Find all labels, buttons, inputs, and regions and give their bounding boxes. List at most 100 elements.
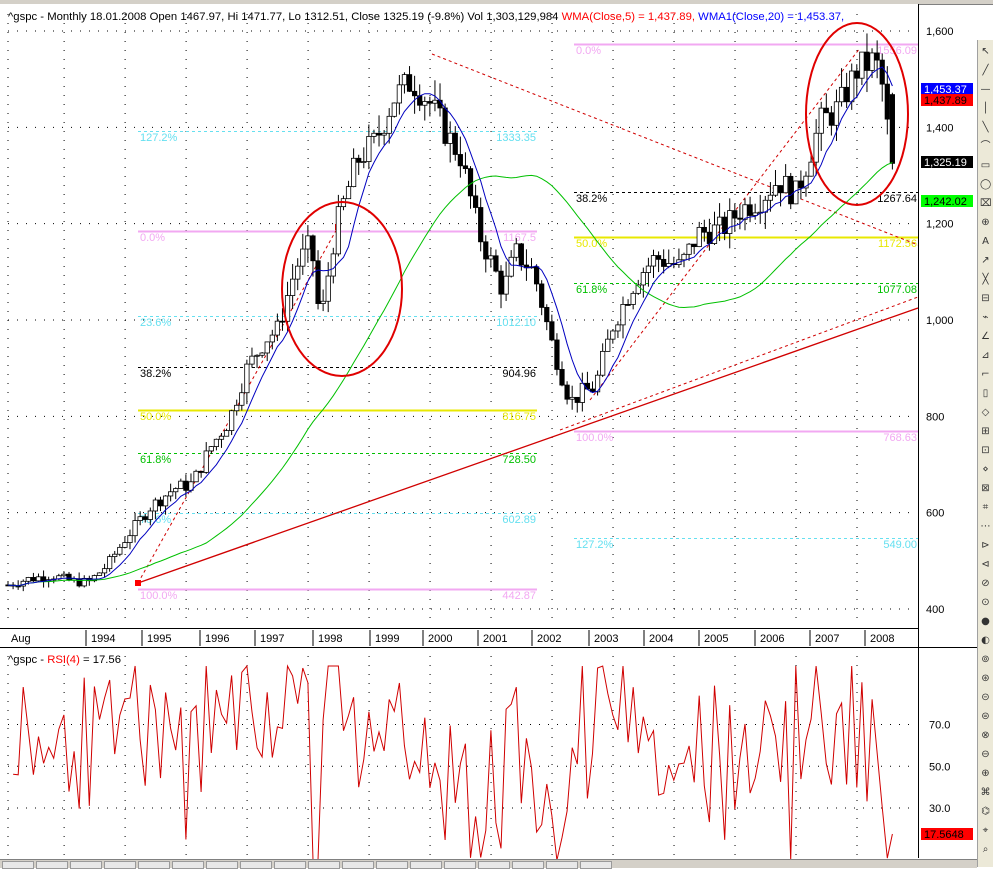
- toolbar-tool-icon[interactable]: ⌐: [980, 369, 991, 380]
- toolbar-tool-icon[interactable]: │: [980, 103, 991, 114]
- candle-body-170: [869, 52, 875, 71]
- candle-body-151: [772, 185, 779, 196]
- toolbar-tool-icon[interactable]: ⊙: [980, 597, 991, 608]
- price-chart[interactable]: 127.2% 1333.35 0.0% 1167.5 23.6% 1012.10 38.2%…: [0, 0, 993, 867]
- toolbar-tool-icon[interactable]: ⊝: [980, 692, 991, 703]
- toolbar-tool-icon[interactable]: ⊿: [980, 350, 991, 361]
- candle-body-7: [40, 576, 47, 582]
- toolbar-tool-icon[interactable]: A: [980, 236, 991, 247]
- sheet-tab[interactable]: [376, 861, 408, 869]
- toolbar-tool-icon[interactable]: ⊖: [980, 749, 991, 760]
- candle-body-135: [691, 243, 697, 248]
- candle-body-167: [854, 70, 860, 79]
- fib-right-val-4: 768.63: [883, 432, 917, 444]
- toolbar-tool-icon[interactable]: ╱: [980, 65, 991, 76]
- candle-body-161: [823, 107, 829, 114]
- candle-body-70: [361, 161, 367, 163]
- toolbar-tool-icon[interactable]: ⊚: [980, 654, 991, 665]
- toolbar-tool-icon[interactable]: ⌘: [980, 787, 991, 798]
- sheet-tab[interactable]: [546, 861, 578, 869]
- candle-body-87: [447, 132, 453, 144]
- sheet-tab[interactable]: [342, 861, 374, 869]
- toolbar-tool-icon[interactable]: ↗: [980, 255, 991, 266]
- toolbar-tool-icon[interactable]: ⌒: [980, 141, 991, 152]
- sheet-tab[interactable]: [512, 861, 544, 869]
- fib-right-val-1: 1267.64: [877, 193, 917, 205]
- candle-body-173: [884, 83, 890, 120]
- sheet-tab[interactable]: [444, 861, 476, 869]
- toolbar-tool-icon[interactable]: ⊳: [980, 540, 991, 551]
- toolbar-tool-icon[interactable]: ⋯: [980, 521, 991, 532]
- toolbar-tool-icon[interactable]: ⊟: [980, 293, 991, 304]
- toolbar-tool-icon[interactable]: ⌬: [980, 806, 991, 817]
- sheet-tab[interactable]: [478, 861, 510, 869]
- x-axis-label-12: 2005: [704, 633, 728, 645]
- fib-left-pct-2: 23.6%: [140, 317, 171, 329]
- x-axis-label-8: 2001: [483, 633, 507, 645]
- candle-body-75: [386, 115, 392, 134]
- candle-body-95: [488, 255, 494, 260]
- toolbar-tool-icon[interactable]: ∠: [980, 331, 991, 342]
- toolbar-tool-icon[interactable]: ⋄: [980, 464, 991, 475]
- candle-body-11: [61, 573, 67, 577]
- sheet-tab[interactable]: [172, 861, 204, 869]
- toolbar-tool-icon[interactable]: ⊠: [980, 483, 991, 494]
- toolbar-tool-icon[interactable]: ⊘: [980, 578, 991, 589]
- toolbar-tool-icon[interactable]: —: [980, 84, 991, 95]
- candle-body-33: [173, 488, 179, 493]
- candle-body-82: [422, 101, 428, 106]
- sheet-tab[interactable]: [410, 861, 442, 869]
- candle-body-51: [264, 341, 270, 354]
- toolbar-tool-icon[interactable]: ⌖: [980, 825, 991, 836]
- toolbar-tool-icon[interactable]: ◇: [980, 407, 991, 418]
- sheet-tab[interactable]: [240, 861, 272, 869]
- toolbar-tool-icon[interactable]: ⊛: [980, 673, 991, 684]
- candle-body-164: [838, 86, 845, 103]
- candle-body-128: [655, 255, 662, 260]
- toolbar-tool-icon[interactable]: ⊗: [980, 730, 991, 741]
- candle-body-64: [330, 253, 336, 277]
- sheet-tab[interactable]: [206, 861, 238, 869]
- sheet-tab[interactable]: [308, 861, 340, 869]
- candle-body-48: [249, 355, 255, 365]
- toolbar-tool-icon[interactable]: ⊡: [980, 445, 991, 456]
- sheet-tab[interactable]: [2, 861, 34, 869]
- toolbar-tool-icon[interactable]: ╲: [980, 122, 991, 133]
- toolbar-tool-icon[interactable]: ⊕: [980, 217, 991, 228]
- toolbar-tool-icon[interactable]: ↖: [980, 46, 991, 57]
- fib-right-val-2: 1172.56: [878, 238, 917, 250]
- candle-body-74: [381, 132, 387, 136]
- toolbar-tool-icon[interactable]: ⊜: [980, 711, 991, 722]
- sheet-tab[interactable]: [70, 861, 102, 869]
- candle-body-80: [412, 90, 418, 97]
- toolbar-tool-icon[interactable]: ▭: [980, 160, 991, 171]
- toolbar-tool-icon[interactable]: ⌧: [980, 198, 992, 209]
- toolbar-tool-icon[interactable]: ●: [980, 616, 991, 627]
- sheet-tab[interactable]: [36, 861, 68, 869]
- rsi-panel: 70.0 50.0 30.0 17.5648: [13, 664, 973, 861]
- candle-body-122: [625, 304, 631, 306]
- candle-body-166: [849, 70, 855, 103]
- candle-body-19: [101, 568, 108, 574]
- toolbar-tool-icon[interactable]: ⌁: [980, 312, 991, 323]
- toolbar-tool-icon[interactable]: ⌗: [980, 502, 991, 513]
- candle-body-28: [147, 510, 153, 520]
- drawing-toolbar[interactable]: ↖ ╱ — │ ╲ ⌒ ▭ ◯ ⌧ ⊕ A ↗ ╳ ⊟ ⌁ ∠ ⊿ ⌐ ▯ ◇ ⊞ ⊡ ⋄ ⊠ ⌗ ⋯ ⊳ ⊲ ⊘ ⊙ ● ◐ ⊚ ⊛ ⊝ ⊜ ⊗ ⊖ ⊕ ⌘…: [977, 40, 993, 867]
- sheet-tab[interactable]: [580, 861, 612, 869]
- toolbar-tool-icon[interactable]: ▯: [980, 388, 991, 399]
- toolbar-tool-icon[interactable]: ╳: [980, 274, 991, 285]
- x-axis-label-13: 2006: [760, 633, 784, 645]
- sheet-tab[interactable]: [274, 861, 306, 869]
- sheet-tab[interactable]: [104, 861, 136, 869]
- candle-body-53: [274, 320, 280, 336]
- toolbar-tool-icon[interactable]: ◐: [980, 635, 991, 646]
- price-axis-label-0: 1,600: [926, 26, 954, 38]
- toolbar-tool-icon[interactable]: ⌕: [980, 844, 991, 855]
- candle-body-145: [742, 204, 748, 220]
- toolbar-tool-icon[interactable]: ⊕: [980, 768, 991, 779]
- toolbar-tool-icon[interactable]: ⊲: [980, 559, 991, 570]
- sheet-tab[interactable]: [138, 861, 170, 869]
- toolbar-tool-icon[interactable]: ◯: [980, 179, 991, 190]
- candle-body-111: [569, 396, 575, 400]
- toolbar-tool-icon[interactable]: ⊞: [980, 426, 991, 437]
